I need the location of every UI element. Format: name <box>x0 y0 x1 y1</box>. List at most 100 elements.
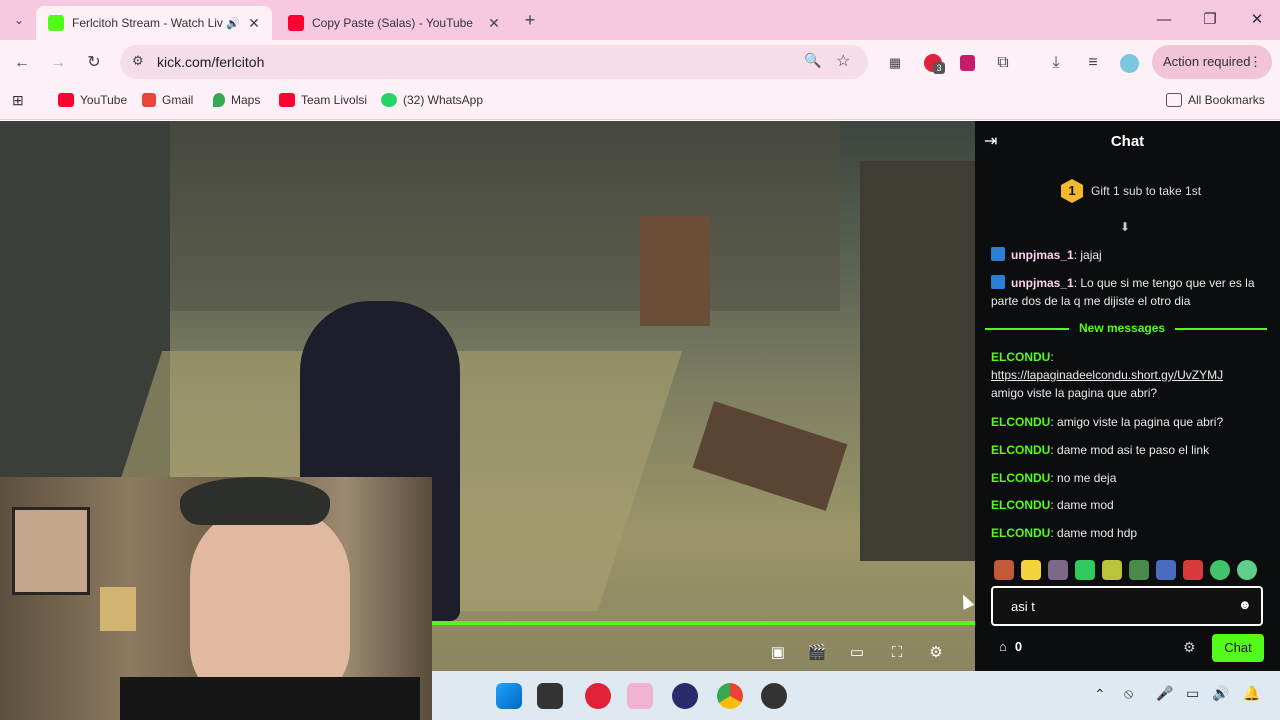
settings-gear-icon[interactable]: ⚙ <box>925 642 947 664</box>
scene-back-wall <box>140 121 840 311</box>
emote-2-icon[interactable] <box>1021 560 1041 580</box>
chat-link[interactable]: https://lapaginadeelcondu.short.gy/UvZYM… <box>991 368 1223 382</box>
media-control-icon[interactable]: ≡ <box>1080 50 1106 76</box>
gift-leaderboard[interactable]: 1 Gift 1 sub to take 1st <box>1061 179 1201 203</box>
chat-username[interactable]: ELCONDU <box>991 526 1050 540</box>
whatsapp-icon <box>381 93 397 107</box>
scene-chair <box>692 401 848 511</box>
file-explorer-icon[interactable] <box>537 683 563 709</box>
address-bar[interactable]: ⚙ kick.com/ferlcitoh 🔍 ☆ <box>120 45 868 79</box>
chat-message: ELCONDU: dame mod <box>991 498 1114 512</box>
bookmark-maps[interactable]: Maps <box>213 93 260 107</box>
chrome-icon[interactable] <box>717 683 743 709</box>
extension-red-icon[interactable]: 3 <box>920 50 946 76</box>
all-bookmarks[interactable]: All Bookmarks <box>1166 93 1265 107</box>
bookmarks-bar: ⊞ YouTube Gmail Maps Team Livolsi (32) W… <box>0 84 1280 120</box>
chat-title: Chat <box>1110 133 1145 150</box>
bookmark-team-livolsi[interactable]: Team Livolsi <box>279 93 367 107</box>
bookmark-gmail[interactable]: Gmail <box>142 93 193 107</box>
new-tab-button[interactable]: + <box>517 7 543 33</box>
chat-settings-icon[interactable]: ⚙ <box>1183 639 1196 656</box>
zoom-icon[interactable]: 🔍 <box>804 52 821 69</box>
chat-username[interactable]: ELCONDU <box>991 415 1050 429</box>
bookmark-whatsapp[interactable]: (32) WhatsApp <box>381 93 483 107</box>
obs-icon[interactable] <box>672 683 698 709</box>
url-text: kick.com/ferlcitoh <box>157 54 265 70</box>
webcam-overlay <box>0 477 432 720</box>
apps-grid-icon[interactable]: ⊞ <box>12 92 24 109</box>
emote-10-icon[interactable] <box>1237 560 1257 580</box>
chat-text: dame mod <box>1057 498 1114 512</box>
youtube-icon <box>58 93 74 107</box>
fullscreen-icon[interactable]: ⛶ <box>886 642 908 664</box>
kebab-menu-icon[interactable]: ⋮ <box>1249 45 1262 79</box>
chat-username[interactable]: ELCONDU <box>991 471 1050 485</box>
bookmark-label: (32) WhatsApp <box>403 93 484 107</box>
qr-icon[interactable]: ▦ <box>882 50 908 76</box>
stream-progress-bar[interactable] <box>432 621 975 625</box>
chat-username[interactable]: ELCONDU <box>991 443 1050 457</box>
display-icon[interactable]: ▭ <box>1186 685 1199 702</box>
tab-search-button[interactable]: ⌄ <box>6 7 32 33</box>
emote-7-icon[interactable] <box>1156 560 1176 580</box>
mini-player-icon[interactable]: ▣ <box>767 642 789 664</box>
chat-message: ELCONDU: no me deja <box>991 471 1117 485</box>
restore-button[interactable]: ❐ <box>1190 8 1230 32</box>
tab-youtube[interactable]: Copy Paste (Salas) - YouTube ✕ <box>276 6 512 40</box>
bookmark-label: YouTube <box>80 93 128 107</box>
send-chat-button[interactable]: Chat <box>1212 634 1264 662</box>
chat-input[interactable]: asi t ☻ <box>991 586 1263 626</box>
bookmark-star-icon[interactable]: ☆ <box>836 51 850 71</box>
site-info-icon[interactable]: ⚙ <box>132 53 144 69</box>
emote-8-icon[interactable] <box>1183 560 1203 580</box>
clip-icon[interactable]: 🎬 <box>806 642 828 664</box>
emote-4-icon[interactable] <box>1075 560 1095 580</box>
emote-5-icon[interactable] <box>1102 560 1122 580</box>
emote-6-icon[interactable] <box>1129 560 1149 580</box>
chat-username[interactable]: ELCONDU <box>991 498 1050 512</box>
tab-bar: ⌄ Ferlcitoh Stream - Watch Liv 🔊 ✕ Copy … <box>0 0 1280 40</box>
points-display[interactable]: ⌂ 0 <box>999 639 1022 654</box>
chat-username[interactable]: unpjmas_1 <box>1011 276 1074 290</box>
theater-mode-icon[interactable]: ▭ <box>846 642 868 664</box>
chat-text: amigo viste la pagina que abri? <box>1057 415 1224 429</box>
opera-gx-icon[interactable] <box>627 683 653 709</box>
windows-taskbar: ⌃ ⦸ 🎤 ▭ 🔊 🔔 <box>432 671 1280 720</box>
notification-bell-icon[interactable]: 🔔 <box>1243 685 1260 702</box>
chat-header: ⇥ Chat <box>975 121 1280 161</box>
extensions-icon[interactable]: ⧉ <box>990 50 1016 76</box>
opera-icon[interactable] <box>585 683 611 709</box>
minimize-button[interactable]: — <box>1144 8 1184 32</box>
maps-icon <box>213 93 225 107</box>
reload-button[interactable]: ↻ <box>81 50 107 76</box>
download-icon[interactable]: ⤓ <box>1043 50 1069 76</box>
network-icon[interactable]: ⦸ <box>1124 685 1133 702</box>
bookmark-youtube[interactable]: YouTube <box>58 93 127 107</box>
profile-avatar[interactable] <box>1116 50 1142 76</box>
new-messages-label: New messages <box>1069 321 1176 335</box>
start-button[interactable] <box>496 683 522 709</box>
close-tab-icon[interactable]: ✕ <box>244 15 264 32</box>
tab-kick[interactable]: Ferlcitoh Stream - Watch Liv 🔊 ✕ <box>36 6 272 40</box>
ublock-icon[interactable] <box>954 50 980 76</box>
close-window-button[interactable]: ✕ <box>1237 8 1277 32</box>
microphone-icon[interactable]: 🎤 <box>1156 685 1173 702</box>
emote-1-icon[interactable] <box>994 560 1014 580</box>
forward-button[interactable]: → <box>45 50 71 76</box>
action-required-button[interactable]: Action required ⋮ <box>1152 45 1272 79</box>
volume-icon[interactable]: 🔊 <box>1212 685 1229 702</box>
chat-username[interactable]: ELCONDU <box>991 350 1050 364</box>
emote-9-icon[interactable] <box>1210 560 1230 580</box>
chat-text: no me deja <box>1057 471 1117 485</box>
davinci-icon[interactable] <box>761 683 787 709</box>
tray-chevron-icon[interactable]: ⌃ <box>1094 686 1106 703</box>
emote-3-icon[interactable] <box>1048 560 1068 580</box>
close-tab-icon[interactable]: ✕ <box>484 15 504 32</box>
chat-username[interactable]: unpjmas_1 <box>1011 248 1074 262</box>
emoji-icon[interactable]: ☻ <box>1238 597 1252 612</box>
chat-message: ELCONDU: https://lapaginadeelcondu.short… <box>991 350 1224 400</box>
chat-message: ELCONDU: amigo viste la pagina que abri? <box>991 415 1224 429</box>
back-button[interactable]: ← <box>9 50 35 76</box>
action-required-label: Action required <box>1163 54 1251 69</box>
pinned-toggle-icon[interactable]: ⬇ <box>1120 220 1130 234</box>
